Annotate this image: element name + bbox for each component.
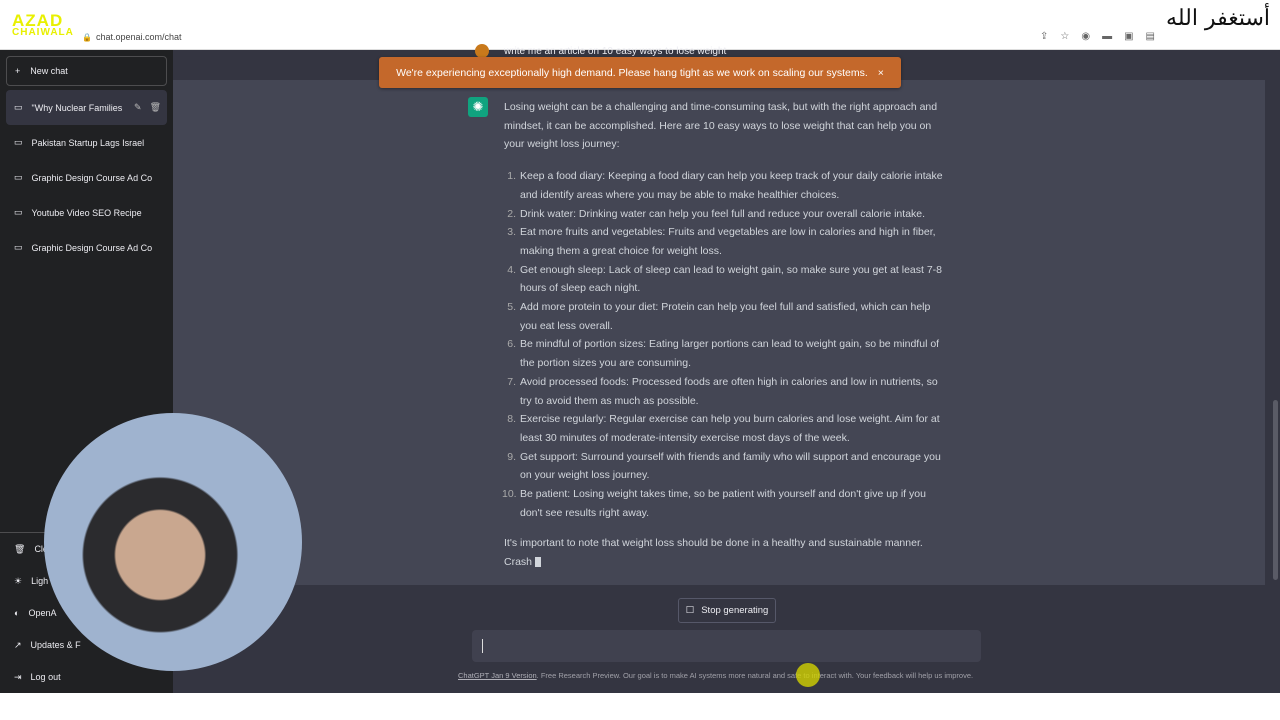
item-number: 3. [507,226,516,239]
item-text: Eat more fruits and vegetables: Fruits a… [520,226,936,257]
high-demand-banner: We're experiencing exceptionally high de… [379,57,901,88]
outro-paragraph: It's important to note that weight loss … [504,534,944,571]
address-bar[interactable]: 🔒 chat.openai.com/chat [82,32,182,42]
share-icon[interactable]: ⇪ [1040,31,1048,42]
bottom-strip [0,693,1280,720]
outro-text: It's important to note that weight loss … [504,537,923,569]
item-text: Add more protein to your diet: Protein c… [520,301,931,332]
menu-label: Log out [30,672,61,682]
openai-logo-icon: ✺ [468,97,488,117]
user-avatar [475,44,489,58]
trash-icon[interactable]: 🗑 [150,102,161,113]
menu-label: OpenA [28,608,57,618]
extension-icon[interactable]: ▤ [1146,31,1155,42]
item-text: Get enough sleep: Lack of sleep can lead… [520,263,943,295]
conversation-item[interactable]: ▭ Graphic Design Course Ad Co [6,230,167,265]
item-number: 8. [507,413,516,426]
item-text: Exercise regularly: Regular exercise can… [520,413,940,444]
star-icon[interactable]: ☆ [1060,31,1069,42]
banner-text: We're experiencing exceptionally high de… [396,66,868,79]
mouse-cursor-highlight [796,663,820,687]
sun-icon: ☀ [14,575,23,586]
text-caret [482,639,483,653]
browser-extensions: ⇪ ☆ ◉ ▬ ▣ ▤ [1040,31,1155,42]
external-link-icon: ↗ [14,639,22,650]
chat-bubble-icon: ▭ [14,137,23,147]
item-text: Drink water: Drinking water can help you… [520,207,926,220]
typing-cursor [534,557,541,568]
list-item: 10. Be patient: Losing weight takes time,… [502,485,944,522]
conversation-item[interactable]: ▭ "Why Nuclear Families ✎ 🗑 [6,90,167,125]
new-chat-button[interactable]: + New chat [6,56,167,86]
item-number: 9. [507,450,516,463]
user-message-text: write me an article on 10 easy ways to l… [504,46,727,57]
message-input[interactable] [472,630,981,662]
chat-main: write me an article on 10 easy ways to l… [173,44,1280,693]
chat-bubble-icon: ▭ [14,172,23,182]
item-text: Be mindful of portion sizes: Eating larg… [520,338,940,370]
chat-bubble-icon: ▭ [14,102,23,112]
trash-icon: 🗑 [14,543,26,554]
conversation-item[interactable]: ▭ Pakistan Startup Lags Israel [6,125,167,160]
conversation-item[interactable]: ▭ Youtube Video SEO Recipe [6,195,167,230]
url-text: chat.openai.com/chat [95,32,182,42]
new-chat-label: New chat [30,66,68,76]
list-item: 3. Eat more fruits and vegetables: Fruits… [504,223,944,260]
footer-disclaimer: ChatGPT Jan 9 Version. Free Research Pre… [458,671,973,680]
close-icon[interactable]: × [878,67,884,79]
webcam-overlay [44,413,302,671]
list-item: 2. Drink water: Drinking water can help y… [504,205,944,224]
extension-icon[interactable]: ▣ [1124,31,1133,42]
logout-icon: ⇥ [14,671,22,682]
conversation-label: Graphic Design Course Ad Co [31,172,153,183]
browser-toolbar: AZAD CHAIWALA 🔒 chat.openai.com/chat ⇪ ☆ ◉ ▬ ▣… [0,0,1280,50]
list-item: 5. Add more protein to your diet: Protein… [504,298,944,335]
menu-label: Ligh [31,576,49,586]
list-item: 1. Keep a food diary: Keeping a food diar… [504,167,944,204]
item-number: 1. [507,170,516,183]
footer-text: . Free Research Preview. Our goal is to … [536,671,974,680]
item-text: Get support: Surround yourself with frie… [520,450,941,482]
plus-icon: + [15,66,21,76]
assistant-message-content: Losing weight can be a challenging and t… [502,98,944,572]
conversation-label: Youtube Video SEO Recipe [31,207,142,218]
stop-label: Stop generating [701,605,769,616]
scrollbar[interactable] [1273,400,1278,580]
conversation-item[interactable]: ▭ Graphic Design Course Ad Co [6,160,167,195]
item-number: 4. [507,263,516,276]
edit-icon[interactable]: ✎ [134,102,142,113]
menu-label: Updates & F [30,640,81,650]
extension-icon[interactable]: ▬ [1102,31,1112,42]
chat-bubble-icon: ▭ [14,207,23,217]
list-item: 7. Avoid processed foods: Processed foods… [504,373,944,410]
conversation-label: Graphic Design Course Ad Co [31,242,153,253]
list-item: 4. Get enough sleep: Lack of sleep can le… [504,261,944,298]
conversation-label: "Why Nuclear Families [31,102,123,113]
conversation-label: Pakistan Startup Lags Israel [31,137,145,148]
item-number: 7. [507,375,516,388]
item-number: 10. [502,488,517,501]
lock-icon: 🔒 [82,33,92,42]
item-text: Be patient: Losing weight takes time, so… [520,488,926,519]
item-number: 6. [507,338,516,351]
list-item: 9. Get support: Surround yourself with fr… [504,448,944,485]
tips-list: 1. Keep a food diary: Keeping a food diar… [502,167,944,522]
item-number: 2. [507,207,516,220]
discord-icon: ◐ [14,608,20,618]
stop-icon: ☐ [685,605,695,616]
watermark-logo: AZAD CHAIWALA [12,11,74,38]
stop-generating-button[interactable]: ☐ Stop generating [678,598,776,623]
assistant-message: ✺ Losing weight can be a challenging and… [173,80,1265,585]
item-text: Avoid processed foods: Processed foods a… [520,375,938,407]
item-text: Keep a food diary: Keeping a food diary … [520,170,943,201]
arabic-overlay-text: أستغفر الله [1166,6,1270,31]
version-link[interactable]: ChatGPT Jan 9 Version [458,671,537,680]
chat-bubble-icon: ▭ [14,242,23,252]
extension-icon[interactable]: ◉ [1081,31,1090,42]
list-item: 6. Be mindful of portion sizes: Eating la… [504,335,944,372]
list-item: 8. Exercise regularly: Regular exercise c… [504,410,944,447]
intro-paragraph: Losing weight can be a challenging and t… [504,101,938,151]
item-number: 5. [507,301,516,314]
